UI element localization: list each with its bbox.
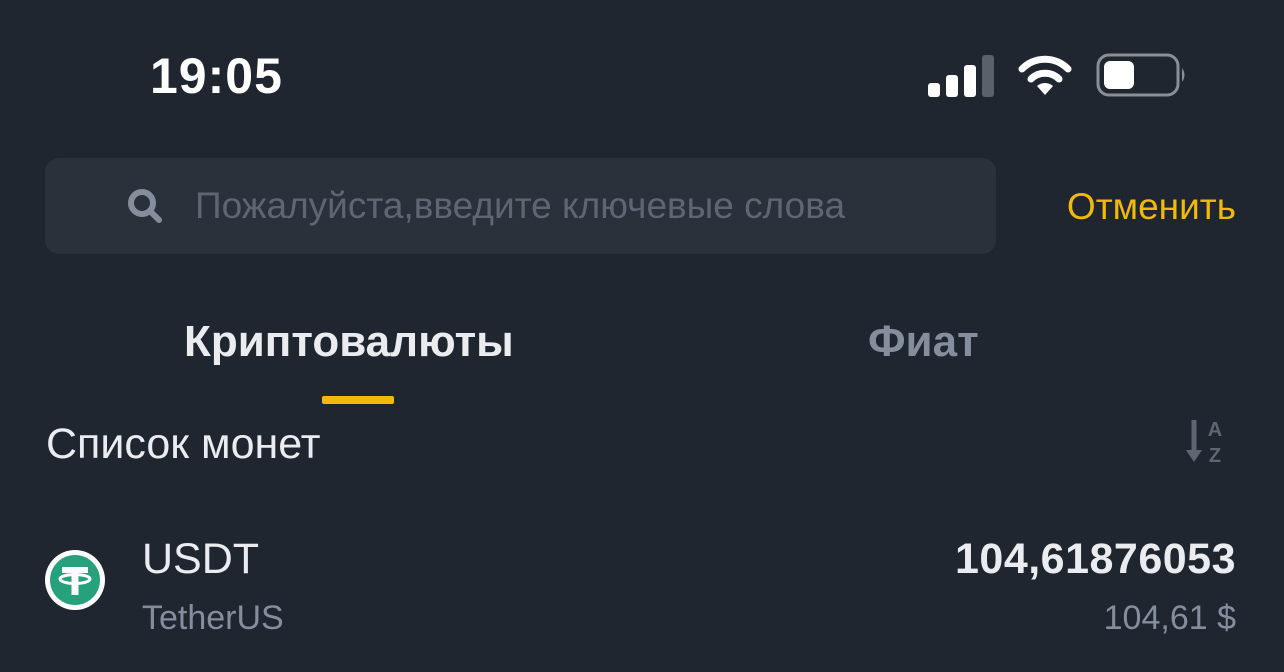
active-tab-indicator [322, 396, 394, 404]
search-icon [125, 186, 165, 226]
cancel-button[interactable]: Отменить [1067, 182, 1236, 232]
search-bar [45, 158, 996, 254]
coin-name: TetherUS [142, 599, 284, 637]
status-icons [928, 52, 1188, 98]
coin-list-title: Список монет [46, 420, 321, 468]
battery-icon [1096, 52, 1188, 98]
coin-list-item[interactable]: USDT TetherUS 104,61876053 104,61 $ [0, 520, 1284, 650]
status-time: 19:05 [150, 48, 283, 104]
tab-cryptocurrencies[interactable]: Криптовалюты [184, 312, 514, 372]
svg-text:Z: Z [1209, 445, 1221, 467]
tether-logo-icon [45, 550, 105, 610]
wifi-icon [1016, 53, 1074, 97]
asset-search-screen: 19:05 Пожалуйста,введите ключевые слова … [0, 0, 1284, 672]
tab-fiat[interactable]: Фиат [868, 312, 979, 372]
sort-az-icon[interactable]: A Z [1184, 416, 1228, 468]
coin-amount: 104,61876053 [954, 535, 1236, 583]
coin-symbol: USDT [142, 535, 260, 583]
cellular-signal-icon [928, 53, 994, 97]
svg-text:A: A [1208, 419, 1222, 441]
search-input[interactable] [193, 175, 996, 237]
coin-fiat-value: 104,61 $ [1103, 599, 1236, 637]
